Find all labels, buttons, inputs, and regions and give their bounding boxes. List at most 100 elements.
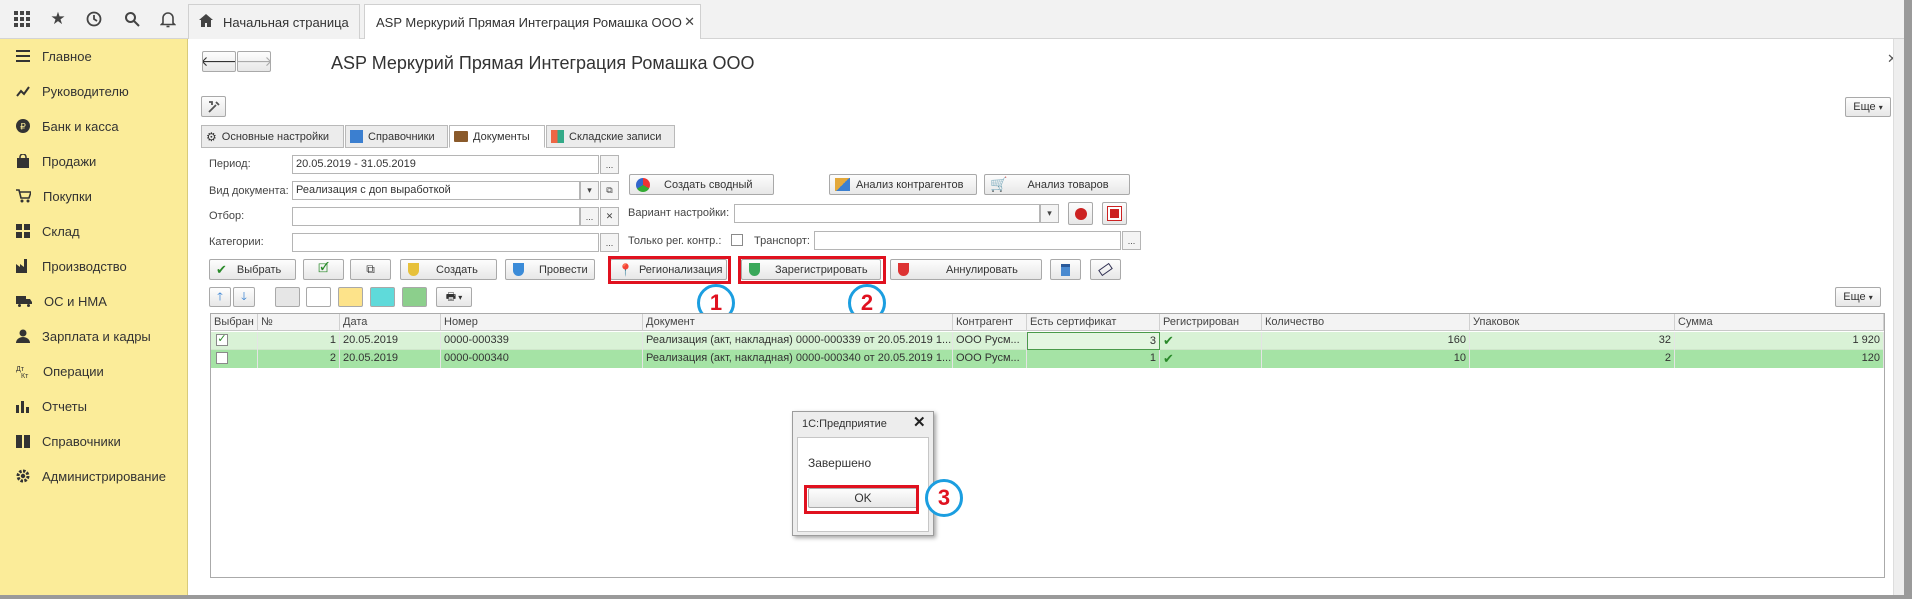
period-select-button[interactable]: ... [600, 155, 619, 174]
sidebar-item-reports[interactable]: Отчеты [16, 396, 87, 416]
only-reg-checkbox[interactable] [731, 234, 743, 246]
create-button[interactable]: Создать [400, 259, 497, 280]
coin-icon: ₽ [16, 119, 30, 133]
analysis-contractors-button[interactable]: Анализ контрагентов [829, 174, 977, 195]
tab-close-icon[interactable]: ✕ [684, 14, 695, 30]
sidebar-item-assets[interactable]: ОС и НМА [16, 291, 107, 311]
filter-select-button[interactable]: ... [580, 207, 599, 226]
period-field[interactable]: 20.05.2019 - 31.05.2019 [292, 155, 599, 174]
transport-field[interactable] [814, 231, 1121, 250]
transport-select-button[interactable]: ... [1122, 231, 1141, 250]
completion-dialog: 1С:Предприятие ✕ Завершено OK [792, 411, 934, 536]
color-gray-button[interactable] [275, 287, 300, 307]
sidebar-item-main[interactable]: Главное [16, 46, 92, 66]
row-checkbox-checked[interactable]: ✓ [216, 334, 228, 346]
sidebar-item-label: Администрирование [42, 468, 166, 484]
save-disk-icon [1107, 206, 1122, 221]
category-select-button[interactable]: ... [600, 233, 619, 252]
check-docs-button[interactable]: 🗹 [303, 259, 344, 280]
col-sum[interactable]: Сумма [1675, 314, 1884, 331]
bag-icon [17, 154, 29, 168]
sidebar-item-manager[interactable]: Руководителю [16, 81, 129, 101]
tab-warehouse-records[interactable]: Складские записи [546, 125, 675, 148]
sidebar-item-references[interactable]: Справочники [16, 431, 121, 451]
cell-selected[interactable]: ✓ [211, 332, 258, 350]
shield-red-icon [898, 263, 909, 276]
table-row[interactable]: 2 20.05.2019 0000-000340 Реализация (акт… [211, 350, 1884, 368]
forward-button[interactable]: 🡒 [237, 51, 271, 72]
cell-certificate[interactable]: 3 [1027, 332, 1160, 350]
filter-clear-icon[interactable]: ✕ [600, 207, 619, 226]
sidebar-item-admin[interactable]: Администрирование [16, 466, 166, 486]
variant-field[interactable] [734, 204, 1040, 223]
move-up-button[interactable]: 🡑 [209, 287, 231, 307]
right-scroll-area[interactable] [1893, 39, 1904, 595]
sidebar-item-purchases[interactable]: Покупки [16, 186, 92, 206]
sidebar-item-production[interactable]: Производство [16, 256, 127, 276]
doctype-field[interactable]: Реализация с доп выработкой [292, 181, 580, 200]
filter-field[interactable] [292, 207, 580, 226]
col-certificate[interactable]: Есть сертификат [1027, 314, 1160, 331]
row-checkbox[interactable] [216, 352, 228, 364]
col-selected[interactable]: Выбран [211, 314, 258, 331]
copy-button[interactable]: ⧉ [350, 259, 391, 280]
more-button-top[interactable]: Еще ▾ [1845, 97, 1891, 117]
cell-document: Реализация (акт, накладная) 0000-000340 … [643, 350, 953, 368]
tab-label: Основные настройки [221, 130, 330, 143]
post-button[interactable]: Провести [505, 259, 595, 280]
sidebar-item-bank[interactable]: ₽ Банк и касса [16, 116, 119, 136]
cancel-doc-button[interactable]: Аннулировать [890, 259, 1042, 280]
delete-button[interactable] [1050, 259, 1081, 280]
col-number[interactable]: № [258, 314, 340, 331]
col-document[interactable]: Документ [643, 314, 953, 331]
back-button[interactable]: 🡐 [202, 51, 236, 72]
settings-tools-button[interactable] [201, 96, 226, 117]
more-button-table[interactable]: Еще ▾ [1835, 287, 1881, 307]
tab-documents[interactable]: Документы [449, 125, 545, 148]
variant-save-button[interactable] [1102, 202, 1127, 225]
move-down-button[interactable]: 🡓 [233, 287, 255, 307]
color-green-button[interactable] [402, 287, 427, 307]
tab-home[interactable]: Начальная страница [188, 4, 360, 39]
history-icon[interactable] [84, 9, 104, 29]
table-row[interactable]: ✓ 1 20.05.2019 0000-000339 Реализация (а… [211, 332, 1884, 350]
gear-icon: ⚙ [206, 129, 217, 144]
doctype-dropdown-icon[interactable]: ▾ [580, 181, 599, 200]
select-button[interactable]: ✔ Выбрать [209, 259, 296, 280]
sidebar-item-warehouse[interactable]: Склад [16, 221, 80, 241]
sidebar-item-label: Руководителю [42, 83, 129, 99]
favorites-star-icon[interactable]: ★ [48, 9, 68, 29]
svg-text:Кт: Кт [21, 373, 29, 379]
col-date[interactable]: Дата [340, 314, 441, 331]
sidebar-item-payroll[interactable]: Зарплата и кадры [16, 326, 151, 346]
create-summary-button[interactable]: Создать сводный [629, 174, 774, 195]
variant-settings-button[interactable] [1068, 202, 1093, 225]
col-registered[interactable]: Регистрирован [1160, 314, 1262, 331]
documents-table: Выбран № Дата Номер Документ Контрагент … [210, 313, 1885, 578]
color-cyan-button[interactable] [370, 287, 395, 307]
cell-selected[interactable] [211, 350, 258, 368]
filter-label: Отбор: [209, 210, 245, 222]
eraser-button[interactable] [1090, 259, 1121, 280]
tab-active-form[interactable]: ASP Меркурий Прямая Интеграция Ромашка О… [364, 4, 701, 40]
tab-basic-settings[interactable]: ⚙ Основные настройки [201, 125, 344, 148]
print-button[interactable]: 🖶 ▾ [436, 287, 472, 307]
col-doc-number[interactable]: Номер [441, 314, 643, 331]
search-icon[interactable] [122, 9, 142, 29]
variant-dropdown-icon[interactable]: ▾ [1040, 204, 1059, 223]
doctype-open-icon[interactable]: ⧉ [600, 181, 619, 200]
col-quantity[interactable]: Количество [1262, 314, 1470, 331]
color-white-button[interactable] [306, 287, 331, 307]
sidebar-item-operations[interactable]: Дт Кт Операции [16, 361, 104, 381]
analysis-goods-button[interactable]: 🛒 Анализ товаров [984, 174, 1130, 195]
category-field[interactable] [292, 233, 599, 252]
more-label: Еще [1853, 101, 1876, 113]
color-yellow-button[interactable] [338, 287, 363, 307]
tab-references[interactable]: Справочники [345, 125, 448, 148]
dialog-close-icon[interactable]: ✕ [913, 413, 926, 431]
col-packs[interactable]: Упаковок [1470, 314, 1675, 331]
col-contractor[interactable]: Контрагент [953, 314, 1027, 331]
notifications-bell-icon[interactable] [158, 9, 178, 29]
apps-grid-icon[interactable] [12, 9, 32, 29]
sidebar-item-sales[interactable]: Продажи [16, 151, 96, 171]
